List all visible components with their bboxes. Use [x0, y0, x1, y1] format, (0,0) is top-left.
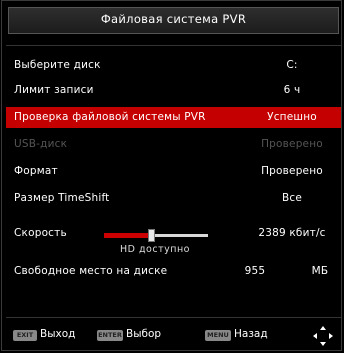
hd-available-note: HD доступно — [120, 244, 190, 255]
speed-bar-knob — [148, 229, 155, 242]
select-label: Выбор — [126, 328, 162, 340]
row-select-disk[interactable]: Выберите диск C: — [6, 55, 341, 76]
row-check-filesystem[interactable]: Проверка файловой системы PVR Успешно — [6, 107, 341, 128]
menu-key-icon[interactable]: MENU — [205, 330, 231, 341]
check-filesystem-value: Успешно — [267, 111, 317, 123]
exit-label: Выход — [40, 328, 76, 340]
free-space-unit: МБ — [311, 265, 329, 277]
free-space-value: 955 — [244, 265, 266, 277]
row-timeshift-size[interactable]: Размер TimeShift Все — [6, 188, 341, 209]
row-format[interactable]: Формат Проверено — [6, 161, 341, 182]
timeshift-size-label: Размер TimeShift — [14, 192, 110, 204]
record-limit-value: 6 ч — [283, 84, 301, 96]
select-disk-value: C: — [286, 59, 298, 71]
row-speed: Скорость HD доступно 2389 кбит/с — [6, 223, 341, 255]
format-label: Формат — [14, 165, 58, 177]
row-usb-disk: USB-диск Проверено — [6, 134, 341, 155]
divider — [6, 45, 341, 46]
arrow-keys-icon — [313, 326, 333, 346]
exit-key-icon[interactable]: EXIT — [13, 330, 37, 341]
footer-bar: EXIT Выход ENTER Выбор MENU Назад — [2, 323, 342, 349]
speed-label: Скорость — [14, 227, 67, 239]
record-limit-label: Лимит записи — [14, 84, 94, 96]
format-value: Проверено — [261, 165, 323, 177]
usb-disk-label: USB-диск — [14, 138, 68, 150]
free-space-label: Свободное место на диске — [14, 265, 168, 277]
dialog-title: Файловая система PVR — [100, 12, 247, 26]
check-filesystem-label: Проверка файловой системы PVR — [14, 111, 206, 123]
timeshift-size-value: Все — [281, 192, 303, 204]
row-free-space: Свободное место на диске 955 МБ — [6, 261, 341, 282]
speed-bar-fill — [104, 233, 151, 238]
speed-value: 2389 кбит/с — [258, 227, 326, 239]
speed-bar-track — [151, 234, 208, 237]
row-record-limit[interactable]: Лимит записи 6 ч — [6, 80, 341, 101]
footer-divider — [6, 317, 341, 318]
select-disk-label: Выберите диск — [14, 59, 101, 71]
back-label: Назад — [234, 328, 268, 340]
title-bar: Файловая система PVR — [8, 7, 339, 34]
pvr-dialog: Файловая система PVR Выберите диск C: Ли… — [1, 0, 342, 351]
speed-bar — [104, 229, 208, 242]
usb-disk-value: Проверено — [261, 138, 323, 150]
enter-key-icon[interactable]: ENTER — [97, 330, 123, 341]
